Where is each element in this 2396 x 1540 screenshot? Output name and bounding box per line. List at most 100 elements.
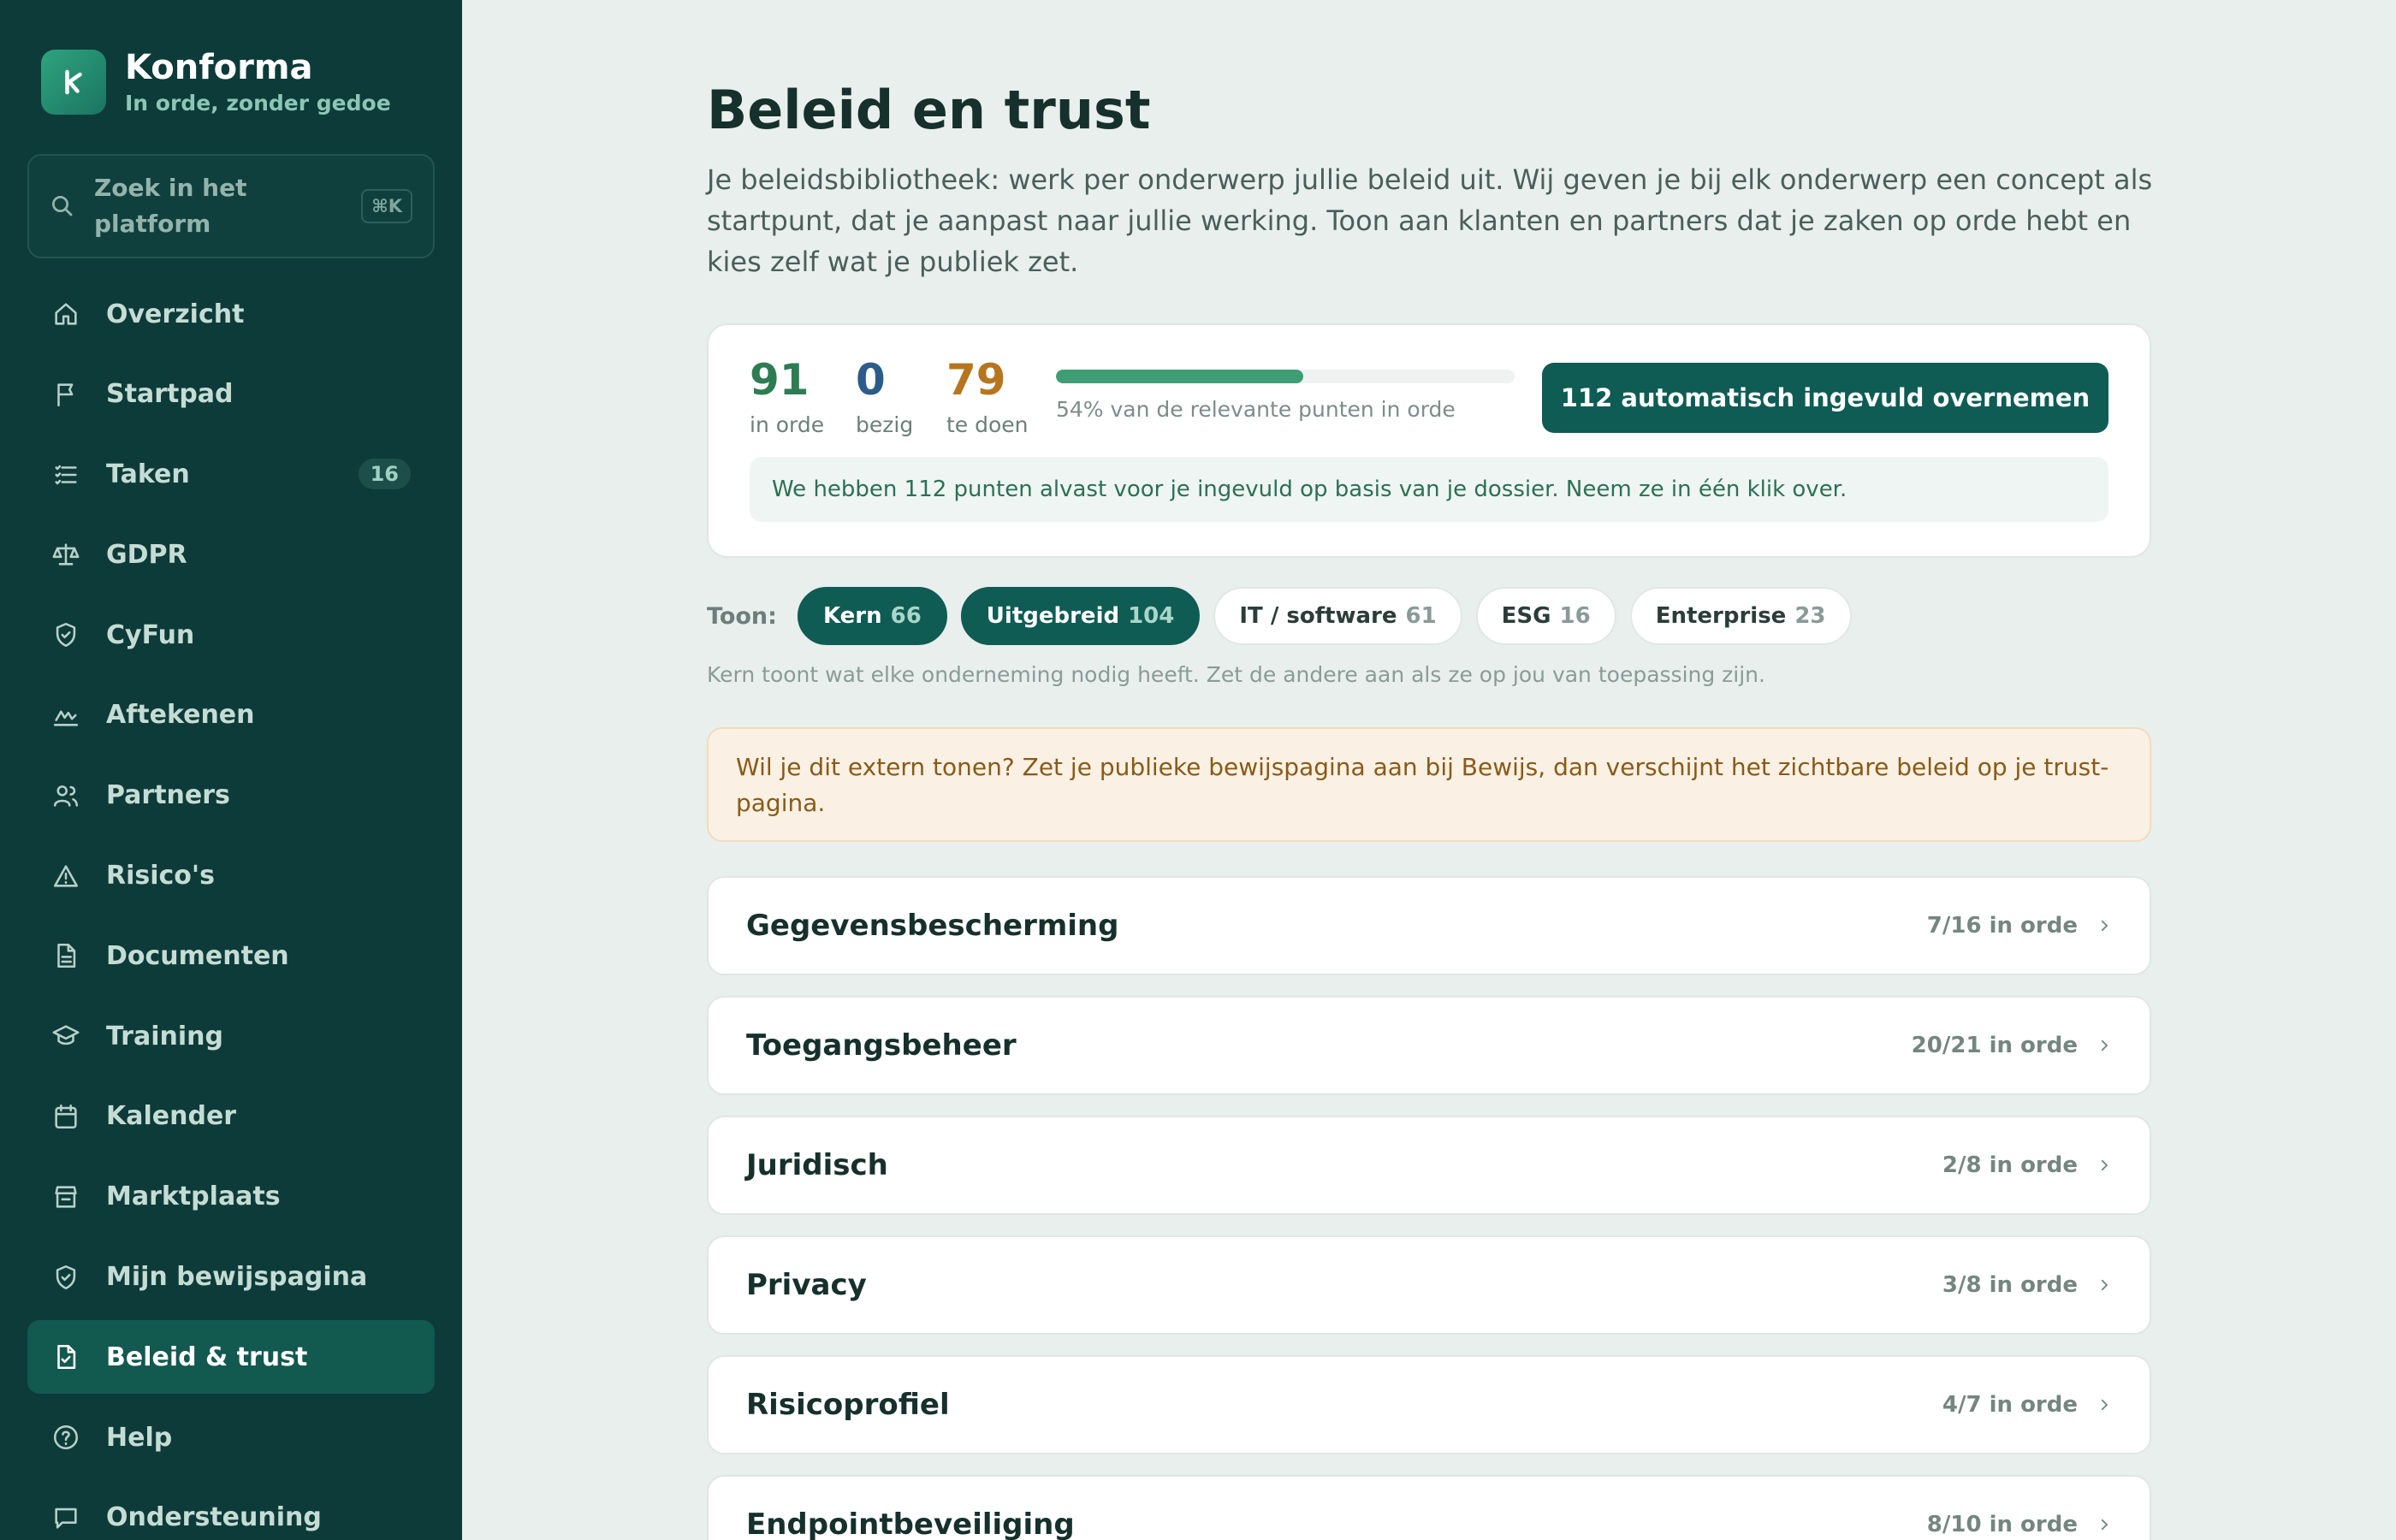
topic-name: Endpointbeveiliging <box>746 1507 1075 1540</box>
sidebar-item-marktplaats[interactable]: Marktplaats <box>27 1160 435 1234</box>
filter-chip-count: 16 <box>1559 603 1591 629</box>
progress-fill <box>1056 370 1304 383</box>
warning-icon <box>53 864 79 887</box>
filter-chip-label: Enterprise <box>1655 603 1787 629</box>
topic-row[interactable]: Gegevensbescherming 7/16 in orde <box>707 876 2151 975</box>
stat-te-doen: 79 te doen <box>946 356 1029 437</box>
filter-chip-it-software[interactable]: IT / software 61 <box>1213 587 1462 645</box>
topic-row[interactable]: Toegangsbeheer 20/21 in orde <box>707 996 2151 1095</box>
filter-chip-uitgebreid[interactable]: Uitgebreid 104 <box>960 587 1201 645</box>
topic-status: 8/10 in orde <box>1926 1512 2078 1537</box>
scale-icon <box>52 543 80 566</box>
sidebar-item-training[interactable]: Training <box>27 999 435 1073</box>
progress-bar <box>1056 370 1515 383</box>
sidebar-item-label: CyFun <box>106 619 195 650</box>
topic-name: Risicoprofiel <box>746 1388 950 1422</box>
help-circle-icon <box>53 1425 79 1450</box>
topic-name: Juridisch <box>746 1148 888 1182</box>
sidebar-item-aftekenen[interactable]: Aftekenen <box>27 678 435 752</box>
list-icon <box>55 465 77 484</box>
sidebar-item-label: Help <box>106 1422 173 1453</box>
sidebar-item-overzicht[interactable]: Overzicht <box>27 277 435 351</box>
topic-row[interactable]: Juridisch 2/8 in orde <box>707 1116 2151 1215</box>
sidebar-item-label: Aftekenen <box>106 700 255 731</box>
stat-te-doen-value: 79 <box>946 355 1006 405</box>
sidebar-item-label: Beleid & trust <box>106 1342 308 1372</box>
page-title: Beleid en trust <box>707 79 1151 141</box>
chevron-right-icon <box>2101 1279 2108 1291</box>
brand-name: Konforma <box>125 48 313 87</box>
stat-bezig-value: 0 <box>856 355 886 405</box>
stat-bezig-label: bezig <box>856 412 914 437</box>
filter-chip-label: Kern <box>822 603 882 629</box>
sidebar-item-help[interactable]: Help <box>27 1401 435 1474</box>
search-input[interactable]: Zoek in het platform ⌘K <box>27 154 435 258</box>
shortcut-hint: ⌘K <box>361 189 412 223</box>
topic-name: Gegevensbescherming <box>746 909 1119 943</box>
sidebar-item-label: Kalender <box>106 1101 237 1132</box>
sidebar-item-taken[interactable]: Taken 16 <box>27 438 435 512</box>
filter-chip-kern[interactable]: Kern 66 <box>797 587 947 645</box>
sidebar-item-cyfun[interactable]: CyFun <box>27 598 435 672</box>
sidebar-item-label: Documenten <box>106 940 289 971</box>
graduation-cap-icon <box>52 1025 80 1045</box>
sidebar-item-label: Ondersteuning <box>106 1502 322 1533</box>
chevron-right-icon <box>2101 1399 2108 1411</box>
filter-chip-enterprise[interactable]: Enterprise 23 <box>1629 587 1852 645</box>
document-check-icon <box>57 1345 76 1370</box>
sidebar-item-risico-s[interactable]: Risico's <box>27 839 435 913</box>
document-icon <box>57 944 76 968</box>
sidebar-item-label: GDPR <box>106 539 187 570</box>
sidebar-item-gdpr[interactable]: GDPR <box>27 518 435 591</box>
sidebar-item-ondersteuning[interactable]: Ondersteuning <box>27 1481 435 1540</box>
sidebar-item-documenten[interactable]: Documenten <box>27 919 435 992</box>
stat-te-doen-label: te doen <box>946 412 1029 437</box>
filter-label: Toon: <box>707 602 777 630</box>
filter-hint: Kern toont wat elke onderneming nodig he… <box>707 662 1765 687</box>
filter-chip-count: 61 <box>1405 603 1437 629</box>
chevron-right-icon <box>2101 1159 2108 1171</box>
filter-chip-count: 104 <box>1128 603 1175 629</box>
filter-chip-label: IT / software <box>1239 603 1397 629</box>
chat-icon <box>55 1507 77 1529</box>
sidebar-item-label: Risico's <box>106 861 215 891</box>
sidebar-item-partners[interactable]: Partners <box>27 759 435 832</box>
topic-status: 7/16 in orde <box>1926 913 2078 939</box>
signature-icon <box>53 710 79 726</box>
filter-row: Toon: Kern 66 Uitgebreid 104 IT / software 61… <box>707 587 1865 645</box>
topic-list: Gegevensbescherming 7/16 in orde Toegangsb… <box>707 876 2151 1540</box>
brand[interactable]: Konforma In orde, zonder gedoe <box>41 48 391 116</box>
topic-row[interactable]: Privacy 3/8 in orde <box>707 1235 2151 1335</box>
filter-chip-esg[interactable]: ESG 16 <box>1475 587 1616 645</box>
stat-in-orde: 91 in orde <box>750 356 824 437</box>
public-page-notice: Wil je dit extern tonen? Zet je publieke… <box>707 727 2151 842</box>
topic-name: Privacy <box>746 1268 867 1302</box>
auto-fill-accept-button[interactable]: 112 automatisch ingevuld overnemen <box>1542 363 2108 433</box>
filter-chip-label: ESG <box>1501 603 1551 629</box>
sidebar-item-kalender[interactable]: Kalender <box>27 1080 435 1153</box>
shield-icon <box>56 623 76 648</box>
sidebar-nav: Overzicht Startpad Taken 16 GDPR CyFun Afteken… <box>27 277 435 1540</box>
sidebar-item-label: Startpad <box>106 379 234 410</box>
chevron-right-icon <box>2101 1040 2108 1051</box>
filter-chip-count: 23 <box>1794 603 1826 629</box>
topic-row[interactable]: Risicoprofiel 4/7 in orde <box>707 1355 2151 1454</box>
progress-text: 54% van de relevante punten in orde <box>1056 397 1456 422</box>
chevron-right-icon <box>2101 1519 2108 1531</box>
topic-status: 2/8 in orde <box>1942 1152 2078 1178</box>
topic-status: 20/21 in orde <box>1911 1033 2078 1058</box>
sidebar-item-label: Marktplaats <box>106 1182 281 1212</box>
topic-status: 4/7 in orde <box>1942 1392 2078 1418</box>
chevron-right-icon <box>2101 920 2108 932</box>
flag-icon <box>57 383 74 406</box>
sidebar-item-label: Overzicht <box>106 299 245 329</box>
filter-chip-count: 66 <box>890 603 922 629</box>
topic-row[interactable]: Endpointbeveiliging 8/10 in orde <box>707 1475 2151 1540</box>
sidebar-item-beleid-trust[interactable]: Beleid & trust <box>27 1320 435 1395</box>
search-placeholder: Zoek in het platform <box>94 174 247 238</box>
sidebar-item-startpad[interactable]: Startpad <box>27 358 435 431</box>
topic-name: Toegangsbeheer <box>746 1028 1017 1063</box>
topic-status: 3/8 in orde <box>1942 1272 2078 1298</box>
sidebar-item-mijn-bewijspagina[interactable]: Mijn bewijspagina <box>27 1241 435 1314</box>
brand-tagline: In orde, zonder gedoe <box>125 91 391 116</box>
